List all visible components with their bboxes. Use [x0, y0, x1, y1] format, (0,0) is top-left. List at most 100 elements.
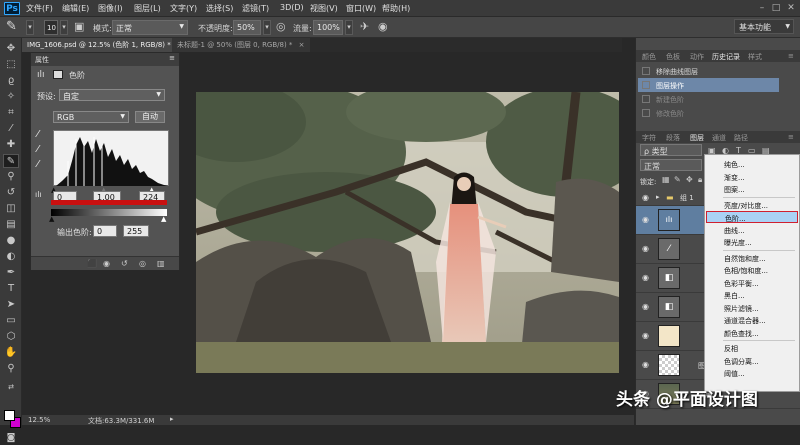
eye-icon[interactable]: ◉ [642, 193, 649, 202]
document-photo[interactable] [196, 92, 619, 373]
document-tab-active[interactable]: IMG_1606.psd @ 12.5% (色阶 1, RGB/8) * × [22, 38, 188, 52]
eye-icon[interactable]: ◉ [642, 331, 649, 340]
tab-character[interactable]: 字符 [642, 133, 656, 143]
healing-brush-tool-icon[interactable]: ✚ [3, 138, 19, 152]
menu-item[interactable]: 色调分离... [706, 355, 798, 367]
panel-menu-icon[interactable]: ≡ [788, 133, 794, 141]
shape-tool-icon[interactable]: ▭ [3, 314, 19, 328]
panel-menu-icon[interactable]: ≡ [788, 52, 794, 60]
clone-stamp-tool-icon[interactable]: ⚲ [3, 170, 19, 184]
brush-tool-icon[interactable]: ✎ [6, 19, 17, 34]
close-icon[interactable]: ✕ [785, 3, 797, 13]
pressure-size-icon[interactable]: ◉ [378, 20, 388, 33]
clip-to-layer-icon[interactable]: ⬛ [87, 259, 97, 268]
view-previous-icon[interactable]: ◉ [103, 259, 110, 268]
gray-point-eyedropper-icon[interactable]: ⁄ [37, 144, 39, 155]
visibility-eye-icon[interactable]: ◎ [139, 259, 146, 268]
layer-mask-icon[interactable] [53, 70, 63, 79]
eye-icon[interactable]: ◉ [642, 273, 649, 282]
brush-panel-icon[interactable]: ▣ [74, 20, 84, 33]
menu-item[interactable]: 颜色查找... [706, 327, 798, 339]
layer-filter-select[interactable]: ρ 类型 [640, 144, 702, 156]
menu-item[interactable]: 自然饱和度... [706, 252, 798, 264]
group-name[interactable]: 组 1 [680, 193, 694, 203]
panel-menu-icon[interactable]: ≡ [169, 54, 175, 62]
menu-item-levels-highlighted[interactable]: 色阶... [706, 211, 798, 223]
maximize-icon[interactable]: □ [770, 3, 782, 13]
auto-button[interactable]: 自动 [135, 111, 165, 123]
expand-arrow-icon[interactable]: ▸ [656, 193, 660, 201]
brush-preview[interactable]: 10 [44, 20, 58, 35]
eye-icon[interactable]: ◉ [642, 215, 649, 224]
menu-image[interactable]: 图像(I) [98, 3, 123, 14]
airbrush-icon[interactable]: ✈ [360, 20, 369, 33]
tab-paths[interactable]: 路径 [734, 133, 748, 143]
document-tab[interactable]: 未标题-1 @ 50% (图层 0, RGB/8) * × [172, 38, 310, 52]
output-white-field[interactable]: 255 [123, 225, 149, 237]
brush-tool-icon[interactable]: ✎ [3, 154, 19, 168]
menu-file[interactable]: 文件(F) [26, 3, 53, 14]
menu-edit[interactable]: 编辑(E) [62, 3, 89, 14]
tab-styles[interactable]: 样式 [748, 52, 762, 62]
menu-3d[interactable]: 3D(D) [280, 3, 304, 12]
eye-icon[interactable]: ◉ [642, 244, 649, 253]
tab-paragraph[interactable]: 段落 [666, 133, 680, 143]
menu-select[interactable]: 选择(S) [206, 3, 233, 14]
foreground-color-swatch[interactable] [4, 410, 15, 421]
history-row-dimmed[interactable]: 修改色阶 [638, 106, 779, 120]
menu-item[interactable]: 反相 [706, 342, 798, 354]
eye-icon[interactable]: ◉ [642, 302, 649, 311]
swap-colors-icon[interactable]: ⇄ [3, 380, 19, 394]
eyedropper-tool-icon[interactable]: ⁄ [3, 122, 19, 136]
tab-actions[interactable]: 动作 [690, 52, 704, 62]
pen-tool-icon[interactable]: ✒ [3, 266, 19, 280]
opacity-slider-dropdown[interactable]: ▾ [263, 20, 271, 35]
clipping-warning-icon[interactable]: ılı [35, 190, 42, 199]
menu-item[interactable]: 通道混合器... [706, 314, 798, 326]
menu-item[interactable]: 阈值... [706, 367, 798, 379]
output-black-field[interactable]: 0 [93, 225, 117, 237]
history-brush-tool-icon[interactable]: ↺ [3, 186, 19, 200]
menu-item[interactable]: 曝光度... [706, 236, 798, 248]
menu-item[interactable]: 色彩平衡... [706, 277, 798, 289]
path-select-tool-icon[interactable]: ➤ [3, 298, 19, 312]
output-white-slider-icon[interactable]: ▲ [161, 215, 166, 223]
dodge-tool-icon[interactable]: ◐ [3, 250, 19, 264]
minimize-icon[interactable]: – [756, 3, 768, 13]
white-point-eyedropper-icon[interactable]: ⁄ [37, 159, 39, 170]
mode-select[interactable]: 正常 ▼ [112, 20, 188, 35]
menu-item[interactable]: 纯色... [706, 158, 798, 170]
gradient-tool-icon[interactable]: ▤ [3, 218, 19, 232]
menu-item[interactable]: 图案... [706, 183, 798, 195]
lock-all-icon[interactable]: 🔒︎ [698, 175, 702, 185]
menu-item[interactable]: 照片滤镜... [706, 302, 798, 314]
history-row-selected[interactable]: 图层操作 [638, 78, 779, 92]
zoom-tool-icon[interactable]: ⚲ [3, 362, 19, 376]
workspace-switcher[interactable]: 基本功能 ▼ [734, 19, 794, 34]
menu-filter[interactable]: 滤镜(T) [242, 3, 269, 14]
history-row[interactable]: 移除曲线图层 [638, 64, 779, 78]
menu-type[interactable]: 文字(Y) [170, 3, 197, 14]
tab-history[interactable]: 历史记录 [712, 52, 740, 62]
marquee-tool-icon[interactable]: ⬚ [3, 58, 19, 72]
menu-item[interactable]: 渐变... [706, 171, 798, 183]
tab-color[interactable]: 颜色 [642, 52, 656, 62]
opacity-input[interactable]: 50% [233, 20, 261, 35]
flow-input[interactable]: 100% [313, 20, 343, 35]
output-black-slider-icon[interactable]: ▲ [49, 215, 54, 223]
brush-size-dropdown[interactable]: ▾ [60, 20, 68, 35]
quick-select-tool-icon[interactable]: ✧ [3, 90, 19, 104]
pressure-opacity-icon[interactable]: ◎ [276, 20, 286, 33]
lock-pixels-icon[interactable]: ✎ [674, 175, 681, 184]
status-arrow-icon[interactable]: ▸ [170, 415, 174, 423]
menu-item[interactable]: 黑白... [706, 289, 798, 301]
move-tool-icon[interactable]: ✥ [3, 42, 19, 56]
blend-mode-select[interactable]: 正常 [640, 159, 702, 171]
eye-icon[interactable]: ◉ [642, 360, 649, 369]
lock-transparency-icon[interactable]: ▦ [662, 175, 670, 184]
menu-item[interactable]: 亮度/对比度... [706, 199, 798, 211]
lock-position-icon[interactable]: ✥ [686, 175, 693, 184]
reset-icon[interactable]: ↺ [121, 259, 128, 268]
3d-tool-icon[interactable]: ⬡ [3, 330, 19, 344]
channel-select[interactable]: RGB ▼ [53, 111, 129, 123]
